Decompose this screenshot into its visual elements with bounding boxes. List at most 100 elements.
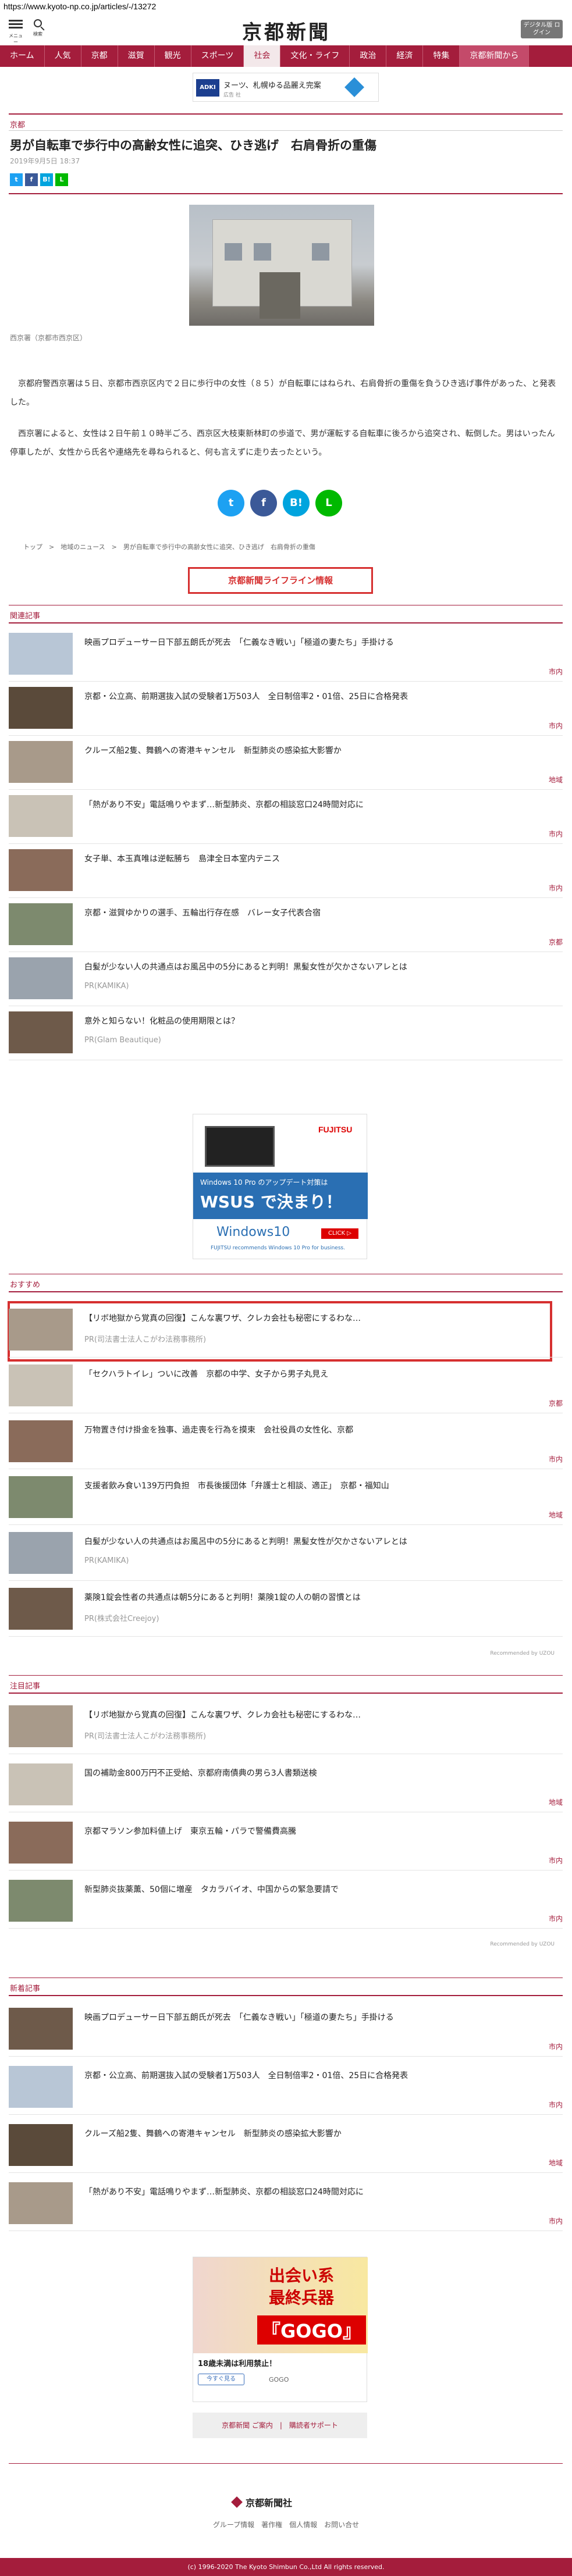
article-thumbnail[interactable] — [9, 1822, 73, 1864]
category-tag[interactable]: 地域 — [549, 1510, 563, 1520]
list-item[interactable]: 京都・滋賀ゆかりの選手、五輪出行存在感 バレー女子代表合宿 京都 — [9, 899, 563, 952]
url-bar[interactable]: https://www.kyoto-np.co.jp/articles/-/13… — [0, 0, 572, 13]
list-item[interactable]: 映画プロデューサー日下部五朗氏が死去 「仁義なき戦い」「極道の妻たち」手掛ける市… — [9, 628, 563, 682]
footer-logo[interactable]: 京都新聞社 — [231, 2495, 292, 2509]
article-link-title[interactable]: 【リボ地獄から覚真の回復】こんな裏ワザ、クレカ会社も秘密にするわな… — [84, 1312, 550, 1324]
article-link-title[interactable]: 映画プロデューサー日下部五朗氏が死去 「仁義なき戦い」「極道の妻たち」手掛ける — [84, 636, 550, 648]
article-link-title[interactable]: 女子単、本玉真唯は逆転勝ち 島津全日本室内テニス — [84, 853, 550, 864]
nav-item[interactable]: 滋賀 — [118, 45, 155, 67]
ad-click-button[interactable]: CLICK ▷ — [321, 1228, 358, 1239]
list-item[interactable]: 京都・公立高、前期選抜入試の受験者1万503人 全日制倍率2・01倍、25日に合… — [9, 2061, 563, 2115]
breadcrumb[interactable]: トップ > 地域のニュース > 男が自転車で歩行中の高齢女性に追突、ひき逃げ 右… — [23, 542, 315, 551]
nav-item[interactable]: 文化・ライフ — [280, 45, 350, 67]
facebook-share-icon[interactable]: f — [25, 173, 38, 186]
list-item[interactable]: 万物置き付け掛金を独事、過走喪を行為を摸束 会社役員の女性化、京都市内 — [9, 1416, 563, 1469]
article-thumbnail[interactable] — [9, 957, 73, 999]
list-item[interactable]: 国の補助金800万円不正受給、京都府南債典の男ら3人書類送検地域 — [9, 1759, 563, 1812]
article-link-title[interactable]: 「セクハラトイレ」ついに改善 京都の中学、女子から男子丸見え — [84, 1368, 550, 1380]
category-tag[interactable]: 市内 — [549, 667, 563, 676]
footer-links[interactable]: 京都新聞 ご案内 | 購読者サポート — [193, 2413, 367, 2438]
top-ad-banner[interactable]: ADKI ヌーツ、札幌ゆる品麗え完案 広告 社 — [193, 73, 379, 102]
list-item[interactable]: 薬険1錠会性者の共通点は朝5分にあると判明！薬険1錠の人の朝の習慣とは PR(株式… — [9, 1583, 563, 1637]
article-thumbnail[interactable] — [9, 2008, 73, 2050]
footer-nav[interactable]: グループ情報 著作権 個人情報 お問い合せ — [0, 2520, 572, 2529]
article-thumbnail[interactable] — [9, 633, 73, 675]
article-thumbnail[interactable] — [9, 1420, 73, 1462]
article-thumbnail[interactable] — [9, 2124, 73, 2166]
list-item[interactable]: 「セクハラトイレ」ついに改善 京都の中学、女子から男子丸見え京都 — [9, 1360, 563, 1413]
list-item[interactable]: 映画プロデューサー日下部五朗氏が死去 「仁義なき戦い」「極道の妻たち」手掛ける市… — [9, 2003, 563, 2057]
article-thumbnail[interactable] — [9, 741, 73, 783]
nav-item[interactable]: 政治 — [350, 45, 387, 67]
article-thumbnail[interactable] — [9, 1364, 73, 1406]
twitter-share-icon[interactable]: t — [10, 173, 23, 186]
category-tag[interactable]: 市内 — [549, 2100, 563, 2110]
article-thumbnail[interactable] — [9, 903, 73, 945]
nav-item[interactable]: 観光 — [155, 45, 191, 67]
article-thumbnail[interactable] — [9, 2182, 73, 2224]
site-logo[interactable]: 京都新聞 — [228, 16, 344, 44]
article-link-title[interactable]: 【リボ地獄から覚真の回復】こんな裏ワザ、クレカ会社も秘密にするわな… — [84, 1709, 550, 1720]
list-item[interactable]: 白髪が少ない人の共通点はお風呂中の5分にあると判明！黒髪女性が欠かさないアレとは… — [9, 953, 563, 1006]
list-item[interactable]: クルーズ船2隻、舞鶴への寄港キャンセル 新型肺炎の感染拡大影響か地域 — [9, 2119, 563, 2173]
article-link-title[interactable]: 白髪が少ない人の共通点はお風呂中の5分にあると判明！黒髪女性が欠かさないアレとは — [84, 961, 550, 972]
article-link-title[interactable]: 京都・公立高、前期選抜入試の受験者1万503人 全日制倍率2・01倍、25日に合… — [84, 690, 550, 702]
category-tag[interactable]: 市内 — [549, 1454, 563, 1464]
article-link-title[interactable]: 京都・公立高、前期選抜入試の受験者1万503人 全日制倍率2・01倍、25日に合… — [84, 2069, 550, 2081]
list-item[interactable]: 白髪が少ない人の共通点はお風呂中の5分にあると判明！黒髪女性が欠かさないアレとは… — [9, 1527, 563, 1581]
article-link-title[interactable]: 「熱があり不安」電話鳴りやまず…新型肺炎、京都の相談窓口24時間対応に — [84, 2186, 550, 2197]
article-thumbnail[interactable] — [9, 1309, 73, 1351]
powered-by[interactable]: Recommended by UZOU — [490, 1941, 555, 1947]
article-thumbnail[interactable] — [9, 795, 73, 837]
hatena-share-icon[interactable]: B! — [40, 173, 53, 186]
nav-item[interactable]: 特集 — [423, 45, 460, 67]
article-thumbnail[interactable] — [9, 1763, 73, 1805]
article-link-title[interactable]: 国の補助金800万円不正受給、京都府南債典の男ら3人書類送検 — [84, 1767, 550, 1779]
search-button[interactable]: 検索 — [29, 17, 47, 41]
nav-item[interactable]: 京都 — [81, 45, 118, 67]
category-tag[interactable]: 地域 — [549, 2158, 563, 2168]
category-tag[interactable]: 地域 — [549, 1797, 563, 1807]
list-item[interactable]: 支援者飲み食い139万円負担 市長後援団体「弁護士と相談、適正」 京都・福知山地… — [9, 1472, 563, 1525]
nav-item[interactable]: 人気 — [45, 45, 81, 67]
category-tag[interactable]: 市内 — [549, 1855, 563, 1865]
article-thumbnail[interactable] — [9, 2066, 73, 2108]
category-tag[interactable]: 市内 — [549, 2216, 563, 2226]
twitter-share-icon[interactable]: t — [218, 490, 244, 516]
list-item[interactable]: 女子単、本玉真唯は逆転勝ち 島津全日本室内テニス市内 — [9, 845, 563, 898]
category-tag[interactable]: 京都 — [549, 937, 563, 947]
list-item[interactable]: 【リボ地獄から覚真の回復】こんな裏ワザ、クレカ会社も秘密にするわな… PR(司法書… — [9, 1304, 563, 1358]
nav-item[interactable]: スポーツ — [191, 45, 244, 67]
list-item[interactable]: クルーズ船2隻、舞鶴への寄港キャンセル 新型肺炎の感染拡大影響か 地域 — [9, 736, 563, 790]
article-link-title[interactable]: クルーズ船2隻、舞鶴への寄港キャンセル 新型肺炎の感染拡大影響か — [84, 2128, 550, 2139]
list-item[interactable]: 【リボ地獄から覚真の回復】こんな裏ワザ、クレカ会社も秘密にするわな… PR(司法書… — [9, 1701, 563, 1754]
article-thumbnail[interactable] — [9, 1588, 73, 1630]
article-thumbnail[interactable] — [9, 687, 73, 729]
menu-button[interactable]: メニュー — [7, 17, 24, 45]
category-tag[interactable]: 京都 — [549, 1398, 563, 1408]
article-thumbnail[interactable] — [9, 849, 73, 891]
article-thumbnail[interactable] — [9, 1011, 73, 1053]
bottom-ad-banner[interactable]: 出会い系 最終兵器 『GOGO』 18歳未満は利用禁止！ 今すぐ見る GOGO — [193, 2257, 368, 2402]
facebook-share-icon[interactable]: f — [250, 490, 277, 516]
article-thumbnail[interactable] — [9, 1532, 73, 1574]
category-tag[interactable]: 市内 — [549, 829, 563, 839]
category-tag[interactable]: 市内 — [549, 883, 563, 893]
article-link-title[interactable]: 意外と知らない！化粧品の使用期限とは？ — [84, 1015, 550, 1027]
ad-cta-button[interactable]: 今すぐ見る — [198, 2374, 244, 2385]
list-item[interactable]: 京都・公立高、前期選抜入試の受験者1万503人 全日制倍率2・01倍、25日に合… — [9, 682, 563, 736]
category-tag[interactable]: 市内 — [549, 1914, 563, 1923]
category-tag[interactable]: 市内 — [549, 721, 563, 731]
article-thumbnail[interactable] — [9, 1476, 73, 1518]
line-share-icon[interactable]: L — [315, 490, 342, 516]
nav-item[interactable]: ホーム — [0, 45, 45, 67]
category-tag[interactable]: 市内 — [549, 2041, 563, 2051]
article-link-title[interactable]: 京都マラソン参加料値上げ 東京五輪・パラで警備費高騰 — [84, 1825, 550, 1837]
mid-ad-banner[interactable]: FUJITSU Windows 10 Pro のアップデート対策は WSUS で… — [193, 1114, 368, 1259]
hatena-share-icon[interactable]: B! — [283, 490, 310, 516]
list-item[interactable]: 意外と知らない！化粧品の使用期限とは？ PR(Glam Beautique) — [9, 1007, 563, 1060]
lifeline-button[interactable]: 京都新聞ライフライン情報 — [188, 567, 373, 594]
nav-item[interactable]: 経済 — [386, 45, 424, 67]
line-share-icon[interactable]: L — [55, 173, 68, 186]
article-link-title[interactable]: 万物置き付け掛金を独事、過走喪を行為を摸束 会社役員の女性化、京都 — [84, 1424, 550, 1435]
